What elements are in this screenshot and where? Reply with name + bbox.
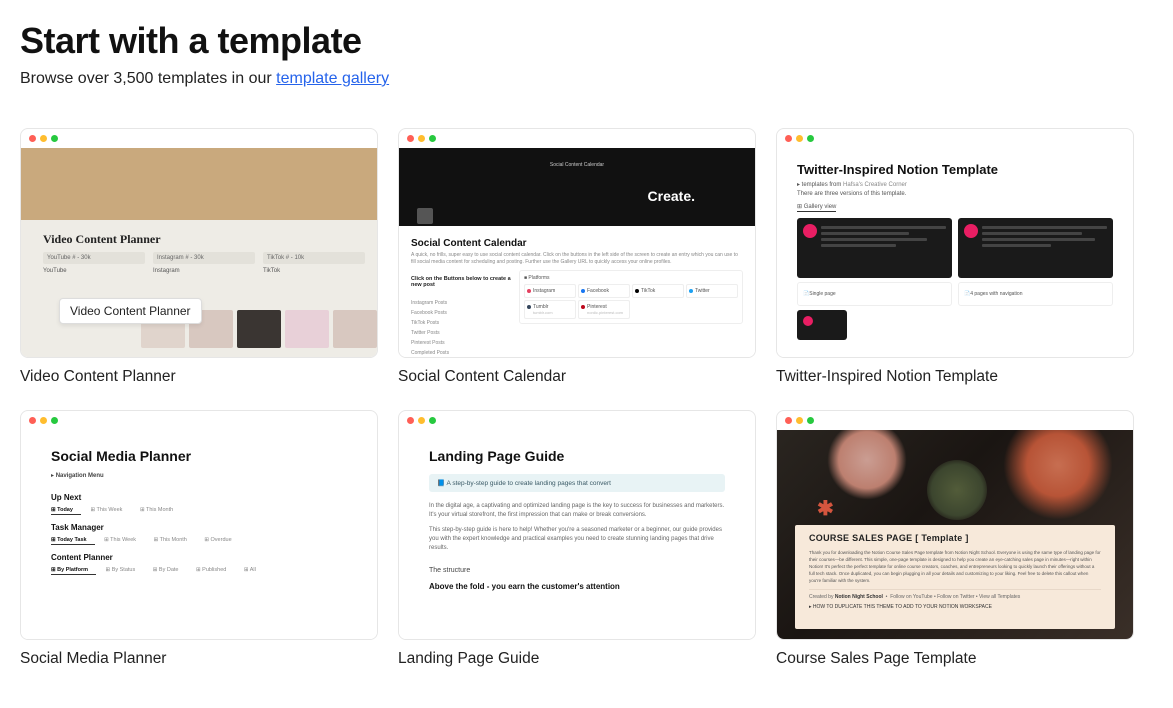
template-title: Course Sales Page Template — [776, 650, 1134, 668]
preview-heading: Landing Page Guide — [429, 448, 725, 464]
template-card-course-sales-page[interactable]: ✱ COURSE SALES PAGE [ Template ] Thank y… — [776, 410, 1134, 668]
subtitle-text: Browse over 3,500 templates in our — [20, 70, 276, 87]
window-controls — [777, 411, 1133, 430]
preview-heading: Twitter-Inspired Notion Template — [797, 162, 1113, 177]
template-card-landing-page-guide[interactable]: Landing Page Guide 📘 A step-by-step guid… — [398, 410, 756, 668]
template-card-social-media-planner[interactable]: Social Media Planner Navigation Menu Up … — [20, 410, 378, 668]
preview-caption: 📄 4 pages with navigation — [958, 282, 1113, 306]
template-thumbnail[interactable]: Social Media Planner Navigation Menu Up … — [20, 410, 378, 640]
preview-meta: Created by Notion Night School • Follow … — [809, 589, 1101, 600]
template-thumbnail[interactable]: Video Content Planner YouTube # - 30k In… — [20, 128, 378, 358]
preview-caption: 📄 Single page — [797, 282, 952, 306]
template-thumbnail[interactable]: Landing Page Guide 📘 A step-by-step guid… — [398, 410, 756, 640]
preview-tabs: ⊞ Today ⊞ This Week ⊞ This Month — [51, 507, 347, 513]
page-subtitle: Browse over 3,500 templates in our templ… — [20, 70, 1153, 88]
template-title: Landing Page Guide — [398, 650, 756, 668]
preview-label: Instagram — [153, 268, 255, 274]
preview-tabs: ⊞ Today Task ⊞ This Week ⊞ This Month ⊞ … — [51, 537, 347, 543]
preview-platform-cell: TikTok — [632, 284, 684, 298]
preview-heading: Social Content Calendar — [411, 238, 527, 249]
preview-platform-cell: Tumblrtumblr.com — [524, 300, 576, 319]
preview-hero-subtitle: Social Content Calendar — [550, 162, 604, 168]
preview-nav: Navigation Menu — [51, 472, 347, 479]
preview-tooltip: Video Content Planner — [59, 298, 202, 324]
preview-paragraph: In the digital age, a captivating and op… — [429, 502, 725, 520]
window-controls — [399, 129, 755, 148]
window-controls — [21, 411, 377, 430]
template-grid: Video Content Planner YouTube # - 30k In… — [20, 128, 1153, 668]
template-thumbnail[interactable]: Social Content Calendar Create. Social C… — [398, 128, 756, 358]
preview-stat: Instagram # - 30k — [153, 252, 255, 264]
preview-hero-text: Create. — [648, 188, 695, 204]
preview-section-heading: Content Planner — [51, 553, 347, 562]
template-title: Twitter-Inspired Notion Template — [776, 368, 1134, 386]
preview-label: YouTube — [43, 268, 145, 274]
preview-tab: ⊞ Gallery view — [797, 203, 836, 212]
asterisk-icon: ✱ — [817, 496, 834, 521]
preview-section-heading: Task Manager — [51, 523, 347, 532]
template-thumbnail[interactable]: ✱ COURSE SALES PAGE [ Template ] Thank y… — [776, 410, 1134, 640]
preview-platform-cell: Facebook — [578, 284, 630, 298]
preview-description: A quick, no frills, super easy to use so… — [411, 252, 743, 266]
template-thumbnail[interactable]: Twitter-Inspired Notion Template ▸ templ… — [776, 128, 1134, 358]
window-controls — [777, 129, 1133, 148]
window-controls — [399, 411, 755, 430]
preview-platform-cell: Pinterestnordic.pinterest.com — [578, 300, 630, 319]
preview-heading: Social Media Planner — [51, 448, 347, 464]
preview-panel-heading: ■ Platforms — [524, 275, 738, 281]
preview-stat: TikTok # - 10k — [263, 252, 365, 264]
preview-subheading: The structure — [429, 567, 725, 574]
preview-how-to: HOW TO DUPLICATE THIS THEME TO ADD TO YO… — [809, 604, 1101, 610]
template-title: Social Media Planner — [20, 650, 378, 668]
preview-label: Click on the Buttons below to create a n… — [411, 276, 511, 288]
template-card-social-content-calendar[interactable]: Social Content Calendar Create. Social C… — [398, 128, 756, 386]
preview-platform-cell: Twitter — [686, 284, 738, 298]
preview-tabs: ⊞ By Platform ⊞ By Status ⊞ By Date ⊞ Pu… — [51, 567, 347, 573]
template-title: Social Content Calendar — [398, 368, 756, 386]
window-controls — [21, 129, 377, 148]
template-card-video-content-planner[interactable]: Video Content Planner YouTube # - 30k In… — [20, 128, 378, 386]
preview-section-heading: Up Next — [51, 493, 347, 502]
page-title: Start with a template — [20, 20, 1153, 62]
preview-paragraph: This step-by-step guide is here to help!… — [429, 526, 725, 553]
template-gallery-link[interactable]: template gallery — [276, 70, 389, 87]
preview-heading: COURSE SALES PAGE [ Template ] — [809, 533, 1101, 543]
preview-body: Thank you for downloading the Notion Cou… — [809, 549, 1101, 584]
preview-sidebar-list: Instagram Posts Facebook Posts TikTok Po… — [411, 298, 449, 358]
preview-heading: Video Content Planner — [43, 232, 161, 247]
preview-byline: ▸ templates from Hafsa's Creative Corner — [797, 181, 1113, 188]
preview-platform-cell: Instagram — [524, 284, 576, 298]
preview-stat: YouTube # - 30k — [43, 252, 145, 264]
preview-callout: 📘 A step-by-step guide to create landing… — [429, 474, 725, 492]
template-card-twitter-inspired[interactable]: Twitter-Inspired Notion Template ▸ templ… — [776, 128, 1134, 386]
preview-label: TikTok — [263, 268, 365, 274]
template-title: Video Content Planner — [20, 368, 378, 386]
preview-subtext: There are three versions of this templat… — [797, 191, 1113, 197]
preview-subheading: Above the fold - you earn the customer's… — [429, 582, 725, 591]
